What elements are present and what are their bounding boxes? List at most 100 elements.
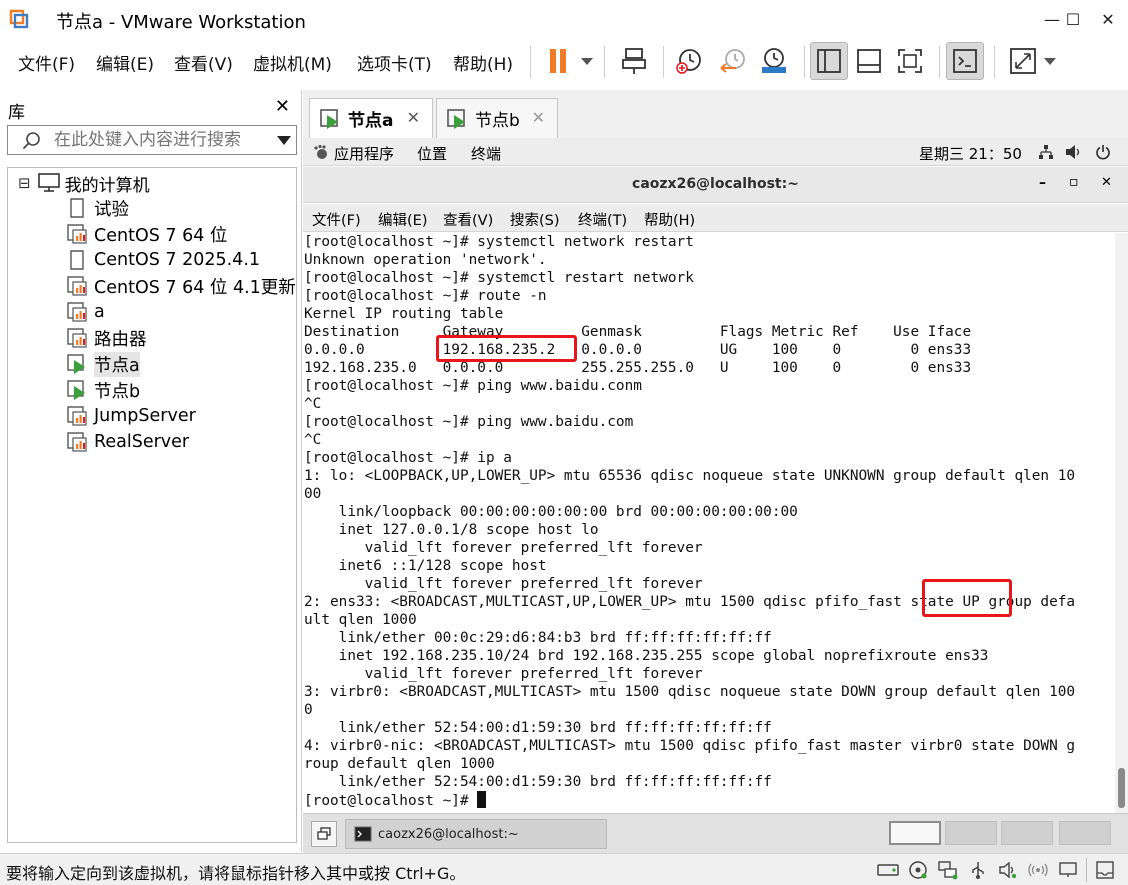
vm-console[interactable]: 应用程序 位置 终端 星期三 21：50 caozx26@localhost:~…: [303, 138, 1128, 818]
vm-icon: [67, 406, 87, 426]
terminal-line: [root@localhost ~]# ip a: [304, 450, 512, 466]
workspace-1[interactable]: [889, 821, 941, 845]
terminal-menu-item[interactable]: 文件(F): [312, 209, 361, 230]
sound-icon[interactable]: [996, 858, 1020, 882]
tree-item-label: RealServer: [94, 432, 190, 452]
library-panel: 库 ✕ ⊟ 我的计算机 试验 CentOS 7 64 位 CentOS 7 2025…: [0, 90, 302, 852]
terminal-line: roup default qlen 1000: [304, 756, 495, 772]
toolbar-separator: [530, 46, 531, 78]
terminal-close-icon[interactable]: ✕: [1101, 175, 1112, 190]
snapshot-manager-button[interactable]: [755, 42, 793, 80]
menu-view[interactable]: 查看(V): [174, 50, 233, 75]
close-button[interactable]: ✕: [1088, 0, 1128, 38]
search-input[interactable]: [54, 129, 264, 151]
terminal-line: [root@localhost ~]# ping www.baidu.com: [304, 414, 634, 430]
terminal-line: 00: [304, 486, 322, 502]
message-icon[interactable]: [1086, 858, 1116, 882]
scrollbar-thumb[interactable]: [1118, 768, 1125, 808]
tree-item-vm[interactable]: a: [66, 300, 105, 324]
tree-item-vm[interactable]: 节点b: [66, 378, 140, 402]
terminal-scrollbar[interactable]: [1115, 233, 1128, 818]
tree-item-vm[interactable]: JumpServer: [66, 404, 196, 428]
tree-item-label: CentOS 7 64 位: [94, 225, 228, 246]
terminal-line: 4: virbr0-nic: <BROADCAST,MULTICAST> mtu…: [304, 738, 1076, 754]
menu-vm[interactable]: 虚拟机(M): [253, 50, 332, 75]
device-icons: [876, 858, 1116, 882]
terminal-output[interactable]: [root@localhost ~]# systemctl network re…: [303, 233, 1115, 818]
library-title: 库: [8, 103, 25, 123]
tab-node-a[interactable]: 节点a ✕: [309, 98, 433, 138]
terminal-menu-item[interactable]: 查看(V): [443, 209, 493, 230]
taskbar-terminal-window[interactable]: caozx26@localhost:~: [345, 819, 607, 849]
tree-item-label: a: [94, 302, 105, 322]
show-desktop-button[interactable]: [311, 821, 337, 847]
tree-item-vm[interactable]: 试验: [66, 196, 129, 220]
terminal-line: Destination Gateway Genmask Flags Metric…: [304, 324, 972, 340]
close-icon[interactable]: ✕: [407, 108, 420, 127]
gnome-terminal-menu[interactable]: 终端: [471, 143, 501, 164]
tree-item-vm[interactable]: CentOS 7 64 位 4.1更新: [66, 274, 296, 298]
terminal-line: 192.168.235.0 0.0.0.0 255.255.255.0 U 10…: [304, 360, 972, 376]
thumbnail-view-button[interactable]: [850, 42, 888, 80]
terminal-menu-item[interactable]: 编辑(E): [378, 209, 427, 230]
terminal-line: ^C: [304, 396, 322, 412]
gnome-foot-icon: [314, 144, 327, 159]
take-snapshot-button[interactable]: [670, 42, 708, 80]
workspace-2[interactable]: [945, 821, 997, 845]
tab-node-b[interactable]: 节点b ✕: [436, 98, 558, 138]
tree-item-vm[interactable]: 节点a: [66, 351, 140, 377]
terminal-minimize-icon[interactable]: –: [1039, 175, 1046, 191]
usb-icon[interactable]: [966, 858, 990, 882]
fullscreen-button[interactable]: [1004, 42, 1060, 80]
library-view-button[interactable]: [810, 42, 848, 80]
collapse-icon[interactable]: ⊟: [18, 174, 31, 192]
toolbar-separator: [939, 46, 940, 78]
gnome-apps-menu[interactable]: 应用程序: [334, 143, 394, 164]
terminal-maximize-icon[interactable]: ▫: [1069, 174, 1079, 190]
wireless-icon[interactable]: [1026, 858, 1050, 882]
fullscreen-icon: [1010, 48, 1056, 74]
tree-item-vm[interactable]: 路由器: [66, 326, 147, 350]
network-icon[interactable]: [1038, 144, 1054, 160]
tab-label: 节点a: [348, 111, 394, 131]
gnome-clock[interactable]: 星期三 21：50: [919, 143, 1022, 164]
menu-help[interactable]: 帮助(H): [453, 50, 513, 75]
toolbar-separator: [804, 46, 805, 78]
status-bar: 要将输入定向到该虚拟机，请将鼠标指针移入其中或按 Ctrl+G。: [0, 853, 1128, 885]
terminal-menu-item[interactable]: 搜索(S): [510, 209, 560, 230]
send-ctrl-alt-del-button[interactable]: [615, 42, 653, 80]
fit-guest-button[interactable]: [891, 42, 929, 80]
menu-edit[interactable]: 编辑(E): [96, 50, 154, 75]
network-adapter-icon[interactable]: [936, 858, 960, 882]
volume-icon[interactable]: [1065, 144, 1083, 160]
terminal-menu-item[interactable]: 帮助(H): [644, 209, 695, 230]
pause-button[interactable]: [540, 42, 596, 80]
workspace-3[interactable]: [1001, 821, 1053, 845]
cdrom-icon[interactable]: [906, 858, 930, 882]
display-icon[interactable]: [1056, 858, 1080, 882]
maximize-button[interactable]: ☐: [1053, 0, 1093, 38]
console-view-button[interactable]: [946, 42, 984, 80]
tree-root-my-computer[interactable]: ⊟ 我的计算机: [18, 171, 150, 196]
workspace-4[interactable]: [1059, 821, 1111, 845]
tree-item-vm[interactable]: RealServer: [66, 430, 189, 454]
tree-item-vm[interactable]: CentOS 7 64 位: [66, 222, 227, 246]
library-close-icon[interactable]: ✕: [275, 96, 290, 117]
menu-tabs[interactable]: 选项卡(T): [357, 50, 432, 75]
library-search[interactable]: [7, 125, 297, 155]
hdd-icon[interactable]: [876, 858, 900, 882]
menu-file[interactable]: 文件(F): [18, 50, 75, 75]
tree-item-label: CentOS 7 2025.4.1: [94, 250, 261, 270]
power-icon[interactable]: [1095, 144, 1111, 160]
terminal-menu-item[interactable]: 终端(T): [578, 209, 627, 230]
tree-item-vm[interactable]: CentOS 7 2025.4.1: [66, 248, 260, 272]
terminal-line: [root@localhost ~]# systemctl restart ne…: [304, 270, 694, 286]
revert-snapshot-button[interactable]: [714, 42, 752, 80]
gnome-places-menu[interactable]: 位置: [417, 143, 447, 164]
terminal-prompt-line: [root@localhost ~]#: [304, 791, 1115, 810]
close-icon[interactable]: ✕: [532, 108, 545, 127]
search-icon: [22, 132, 40, 150]
terminal-menubar: 文件(F) 编辑(E) 查看(V) 搜索(S) 终端(T) 帮助(H): [303, 204, 1128, 232]
chevron-down-icon[interactable]: [277, 136, 291, 145]
snapshot-icon: [676, 49, 701, 74]
